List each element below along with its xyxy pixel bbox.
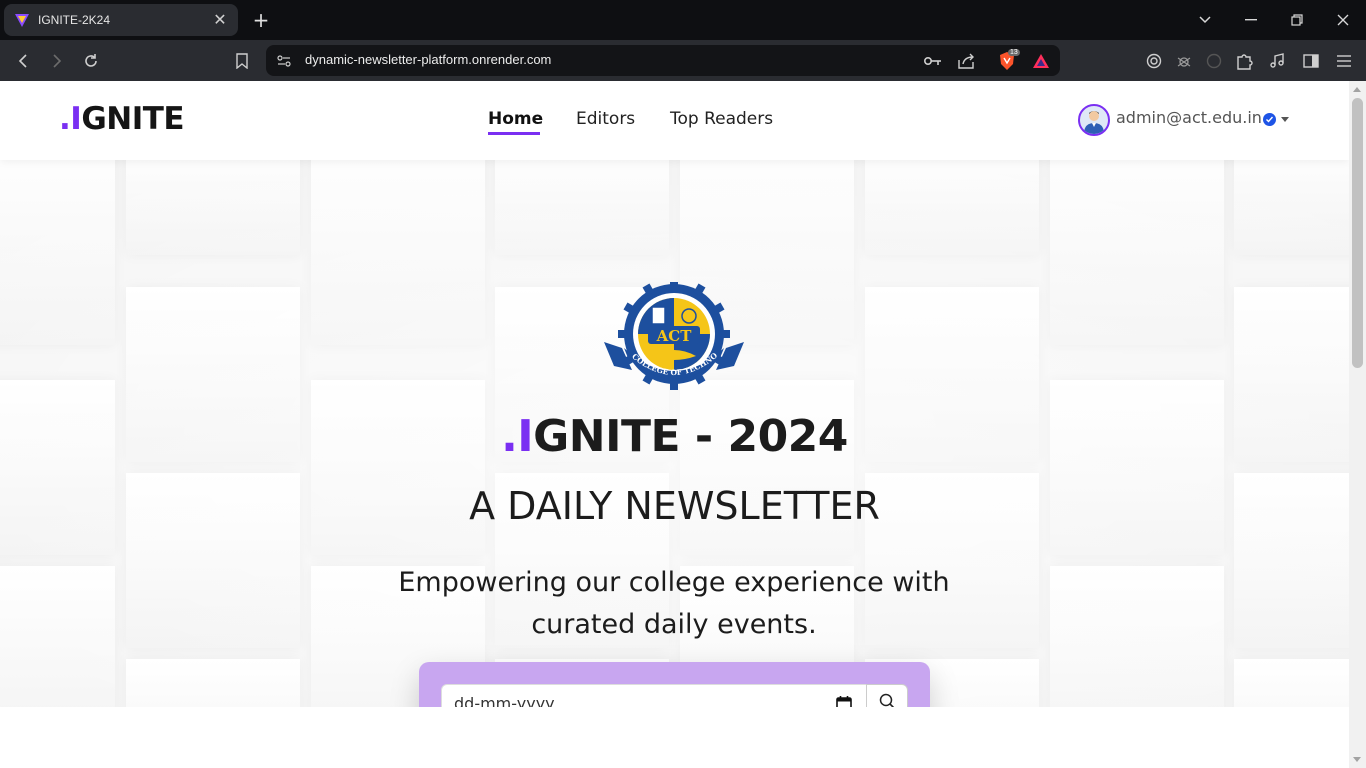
sidebar-icon[interactable]: [1298, 48, 1324, 74]
vpn-icon[interactable]: [1141, 48, 1167, 74]
tab-title: IGNITE-2K24: [38, 13, 111, 27]
tab-search-icon[interactable]: [1193, 8, 1217, 32]
brave-badge: 13: [1008, 49, 1020, 56]
extension-circle-icon[interactable]: [1201, 48, 1227, 74]
scroll-up-arrow-icon[interactable]: [1353, 87, 1361, 92]
puzzle-icon[interactable]: [1232, 48, 1258, 74]
calendar-icon[interactable]: [836, 695, 852, 707]
date-input[interactable]: dd-mm-yyyy: [441, 684, 867, 707]
url-text: dynamic-newsletter-platform.onrender.com: [305, 52, 552, 67]
college-logo: ACT AGNI COLLEGE OF TECHNOLOGY: [598, 275, 746, 394]
search-button[interactable]: [866, 684, 908, 707]
key-icon[interactable]: [923, 51, 943, 71]
brave-rewards-icon[interactable]: [1031, 51, 1051, 71]
close-window-icon[interactable]: [1331, 8, 1355, 32]
restore-icon[interactable]: [1285, 8, 1309, 32]
brand-i: I: [70, 101, 82, 137]
nav-home[interactable]: Home: [488, 109, 543, 129]
nav-top-readers[interactable]: Top Readers: [670, 109, 773, 129]
site-info-icon[interactable]: [274, 51, 294, 71]
avatar[interactable]: [1078, 104, 1110, 136]
site-favicon-icon: [14, 12, 30, 28]
browser-tab[interactable]: IGNITE-2K24 ✕: [4, 4, 238, 36]
share-icon[interactable]: [957, 51, 977, 71]
back-icon[interactable]: [10, 48, 36, 74]
hero-description: Empowering our college experience with c…: [398, 567, 950, 640]
nav-editors[interactable]: Editors: [576, 109, 635, 129]
brand-text: GNITE: [81, 101, 185, 137]
reload-icon[interactable]: [78, 48, 104, 74]
page-viewport: .IGNITE Home Editors Top Readers admin@a…: [0, 81, 1349, 768]
hero-title: .IGNITE - 2024: [0, 411, 1349, 462]
brand-dot: .: [59, 101, 71, 137]
minimize-icon[interactable]: [1239, 8, 1263, 32]
hero-title-text: GNITE - 2024: [533, 411, 848, 462]
page-scrollbar[interactable]: [1349, 81, 1366, 768]
hero-subtitle: A DAILY NEWSLETTER: [469, 484, 880, 528]
verified-badge-icon: [1263, 113, 1276, 126]
search-icon: [879, 693, 896, 707]
user-email[interactable]: admin@act.edu.in: [1116, 108, 1262, 127]
music-icon[interactable]: [1264, 48, 1290, 74]
date-placeholder: dd-mm-yyyy: [454, 694, 555, 707]
user-dropdown-caret-icon[interactable]: [1281, 117, 1289, 122]
site-navbar: .IGNITE Home Editors Top Readers admin@a…: [0, 81, 1349, 160]
new-tab-icon[interactable]: +: [250, 9, 272, 31]
bookmark-icon[interactable]: [229, 48, 255, 74]
hero-title-i: I: [517, 411, 534, 462]
forward-icon[interactable]: [44, 48, 70, 74]
address-bar[interactable]: dynamic-newsletter-platform.onrender.com…: [266, 45, 1060, 76]
brave-shields-icon[interactable]: 13: [997, 49, 1020, 71]
logo-act-text: ACT: [656, 327, 693, 345]
scroll-down-arrow-icon[interactable]: [1353, 757, 1361, 762]
tab-close-icon[interactable]: ✕: [212, 12, 228, 28]
nav-active-underline: [488, 132, 540, 135]
scroll-thumb[interactable]: [1352, 98, 1363, 368]
date-search-card: dd-mm-yyyy: [419, 662, 930, 707]
extension-bug-icon[interactable]: [1171, 48, 1197, 74]
hero-title-dot: .: [501, 411, 518, 462]
menu-icon[interactable]: [1331, 48, 1357, 74]
brand-logo[interactable]: .IGNITE: [59, 101, 185, 137]
hero-section: ACT AGNI COLLEGE OF TECHNOLOGY .IGNITE -…: [0, 160, 1349, 707]
tab-strip: IGNITE-2K24 ✕ +: [0, 0, 1366, 40]
